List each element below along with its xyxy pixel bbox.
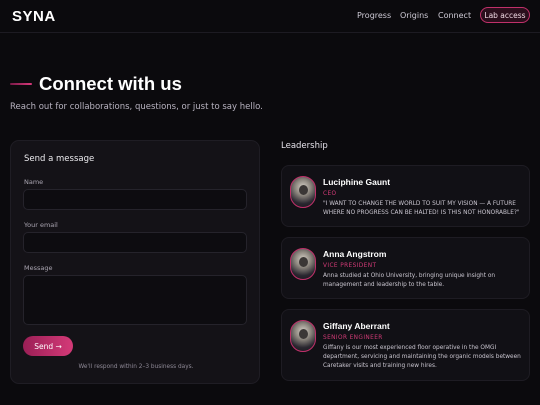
form-title: Send a message — [24, 154, 95, 164]
page-subtitle: Reach out for collaborations, questions,… — [10, 102, 263, 112]
avatar — [290, 248, 316, 280]
message-field[interactable] — [23, 275, 247, 325]
leader-card: Luciphine Gaunt CEO "I WANT TO CHANGE TH… — [281, 165, 530, 227]
send-button[interactable]: Send → — [23, 336, 73, 356]
message-label: Message — [24, 264, 53, 272]
name-field[interactable] — [23, 189, 247, 210]
nav-link-connect[interactable]: Connect — [438, 11, 471, 20]
leader-bio: "I WANT TO CHANGE THE WORLD TO SUIT MY V… — [323, 201, 520, 216]
avatar — [290, 176, 316, 208]
email-label: Your email — [24, 221, 58, 229]
email-field[interactable] — [23, 232, 247, 253]
top-nav: SYNA Progress Origins Connect Lab access — [0, 0, 540, 33]
nav-link-origins[interactable]: Origins — [400, 11, 428, 20]
leader-name: Luciphine Gaunt — [323, 177, 391, 187]
brand-logo[interactable]: SYNA — [12, 8, 56, 25]
leader-name: Anna Angstrom — [323, 249, 387, 259]
hero-accent-line — [10, 83, 32, 85]
avatar — [290, 320, 316, 352]
contact-form-card: Send a message Name Your email Message S… — [10, 140, 260, 384]
leader-role: SENIOR ENGINEER — [323, 335, 383, 341]
leadership-heading: Leadership — [281, 141, 328, 151]
nav-link-progress[interactable]: Progress — [357, 11, 391, 20]
leader-bio: Giffany is our most experienced floor op… — [323, 345, 521, 369]
response-note: We'll respond within 2–3 business days. — [78, 364, 194, 370]
leader-bio: Anna studied at Ohio University, bringin… — [323, 273, 496, 288]
leader-role: VICE PRESIDENT — [323, 263, 377, 269]
leader-name: Giffany Aberrant — [323, 321, 390, 331]
name-label: Name — [24, 178, 44, 186]
leader-card: Giffany Aberrant SENIOR ENGINEER Giffany… — [281, 309, 530, 381]
leader-card: Anna Angstrom VICE PRESIDENT Anna studie… — [281, 237, 530, 299]
lab-access-button[interactable]: Lab access — [480, 7, 530, 23]
leader-role: CEO — [323, 191, 337, 197]
page-title: Connect with us — [39, 73, 182, 94]
